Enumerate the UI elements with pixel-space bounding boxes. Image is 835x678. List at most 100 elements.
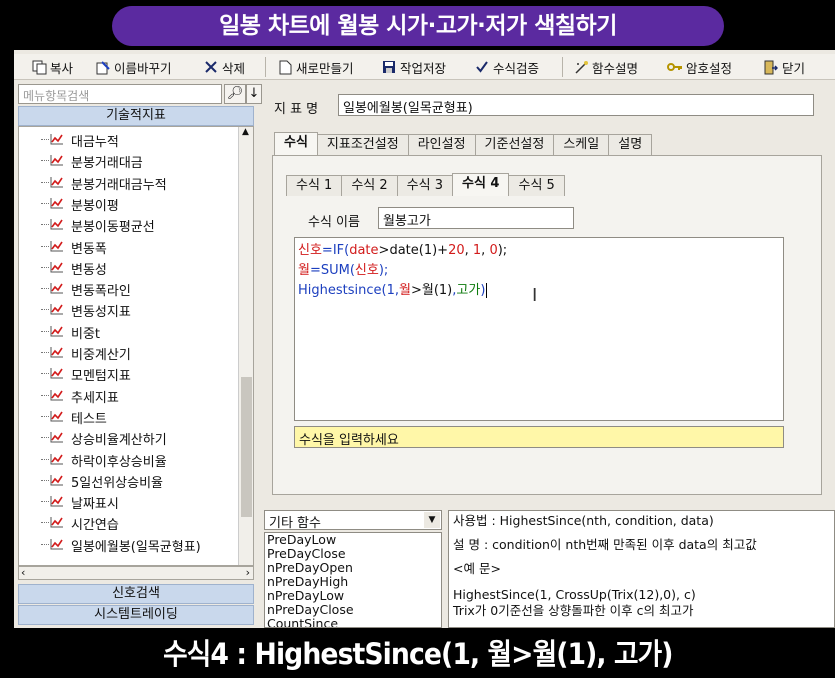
- tree-item[interactable]: 모멘텀지표: [19, 363, 239, 384]
- function-list-item[interactable]: nPreDayHigh: [265, 575, 441, 589]
- code-token: IF(: [332, 243, 350, 258]
- function-list-item[interactable]: nPreDayOpen: [265, 561, 441, 575]
- tree-item[interactable]: 변동폭라인: [19, 278, 239, 299]
- chart-line-icon: [50, 347, 63, 358]
- tree-item[interactable]: 분봉거래대금: [19, 150, 239, 171]
- tree-item[interactable]: 하락이후상승비율: [19, 449, 239, 470]
- function-help-button[interactable]: 함수설명: [570, 56, 641, 78]
- function-list-item[interactable]: PreDayLow: [265, 533, 441, 547]
- formula-code-editor[interactable]: 신호=IF(date>date(1)+20, 1, 0); 월=SUM(신호);…: [294, 237, 784, 421]
- tree-connector: [41, 458, 49, 460]
- section-system-trading[interactable]: 시스템트레이딩: [18, 605, 254, 625]
- indicator-name-field[interactable]: 일봉에월봉(일목균형표): [338, 94, 814, 116]
- formula-name-field[interactable]: 월봉고가: [378, 207, 574, 229]
- toolbar-separator: [265, 57, 266, 77]
- scroll-right-icon[interactable]: ›: [246, 566, 250, 579]
- tree-connector: [41, 437, 49, 439]
- tree-item-label: 변동폭라인: [71, 284, 131, 300]
- tab-baseline-settings[interactable]: 기준선설정: [474, 134, 555, 155]
- vertical-scrollbar[interactable]: ▲: [238, 127, 253, 565]
- tree-item-label: 변동성: [71, 262, 107, 278]
- bottom-caption: 수식4 : HighestSince(1, 월>월(1), 고가): [0, 628, 835, 678]
- menu-search-input[interactable]: 메뉴항목검색: [18, 84, 222, 104]
- verify-button[interactable]: 수식검증: [471, 56, 542, 78]
- top-banner: 일봉 차트에 월봉 시가·고가·저가 색칠하기: [0, 0, 835, 50]
- function-list-item[interactable]: CountSince: [265, 617, 441, 628]
- checkmark-icon: [474, 59, 490, 75]
- code-token: >: [410, 283, 422, 298]
- tree-item[interactable]: 분봉이동평균선: [19, 214, 239, 235]
- tab-formula-3[interactable]: 수식 3: [396, 175, 453, 196]
- chart-line-icon: [50, 325, 63, 337]
- code-token: date(1)+: [389, 243, 449, 258]
- function-list-item[interactable]: nPreDayClose: [265, 603, 441, 617]
- tab-scale[interactable]: 스케일: [553, 134, 610, 155]
- delete-button[interactable]: 삭제: [200, 56, 248, 78]
- save-button[interactable]: 작업저장: [378, 56, 449, 78]
- function-list[interactable]: PreDayLow PreDayClose nPreDayOpen nPreDayHi…: [264, 532, 442, 628]
- scroll-left-icon[interactable]: ‹: [21, 566, 25, 579]
- right-panel: 지 표 명 일봉에월봉(일목균형표) 수식 지표조건설정 라인설정 기준선설정 …: [264, 82, 835, 628]
- tree-item[interactable]: 테스트: [19, 406, 239, 427]
- search-icon[interactable]: 🔎︎: [224, 84, 246, 104]
- tab-description[interactable]: 설명: [608, 134, 653, 155]
- tab-formula-1[interactable]: 수식 1: [286, 175, 343, 196]
- tree-item[interactable]: 변동폭: [19, 236, 239, 257]
- function-list-item[interactable]: nPreDayLow: [265, 589, 441, 603]
- save-disk-icon: [381, 59, 397, 75]
- function-list-item[interactable]: PreDayClose: [265, 547, 441, 561]
- tab-formula-5[interactable]: 수식 5: [508, 175, 565, 196]
- tree-item[interactable]: 추세지표: [19, 385, 239, 406]
- tree-item-label: 비중계산기: [71, 348, 131, 363]
- tree-item-label: 분봉거래대금누적: [71, 177, 167, 193]
- code-line-3: Highestsince(1,월>월(1),고가)​: [298, 281, 780, 301]
- tree-item-label: 날짜표시: [71, 497, 119, 513]
- chart-line-icon: [50, 261, 63, 273]
- down-arrow-icon[interactable]: ↓: [246, 84, 262, 104]
- tree-item[interactable]: 대금누적: [19, 129, 239, 150]
- function-help-label: 함수설명: [592, 60, 639, 76]
- tab-formula[interactable]: 수식: [274, 132, 318, 155]
- scrollbar-thumb[interactable]: [241, 377, 252, 517]
- rename-button[interactable]: 이름바꾸기: [92, 56, 175, 78]
- tree-item[interactable]: 상승비율계산하기: [19, 427, 239, 448]
- new-document-icon: [277, 59, 293, 75]
- tree-item[interactable]: 분봉이평: [19, 193, 239, 214]
- tree-item[interactable]: 날짜표시: [19, 491, 239, 512]
- new-button[interactable]: 새로만들기: [274, 56, 357, 78]
- chart-line-icon: [50, 410, 63, 422]
- banner-title: 일봉 차트에 월봉 시가·고가·저가 색칠하기: [112, 6, 724, 46]
- tree-item[interactable]: 변동성지표: [19, 299, 239, 320]
- tree-item[interactable]: 변동성: [19, 257, 239, 278]
- tree-item[interactable]: 5일선위상승비율: [19, 470, 239, 491]
- tab-indicator-conditions[interactable]: 지표조건설정: [316, 134, 409, 155]
- tree-item[interactable]: 분봉거래대금누적: [19, 172, 239, 193]
- horizontal-scrollbar[interactable]: ‹ ›: [18, 566, 254, 580]
- close-button[interactable]: 닫기: [760, 56, 808, 78]
- code-token: );: [497, 243, 508, 258]
- chart-line-icon: [50, 219, 63, 230]
- copy-icon: [31, 59, 47, 75]
- function-category-select[interactable]: 기타 함수 ▼: [264, 510, 442, 531]
- chart-line-icon: [50, 432, 63, 443]
- section-signal-search[interactable]: 신호검색: [18, 584, 254, 604]
- key-icon: [667, 59, 683, 75]
- code-token: 20: [448, 243, 465, 258]
- help-example-code: HighestSince(1, CrossUp(Trix(12),0), c): [453, 587, 696, 602]
- help-example-label: <예 문>: [453, 561, 501, 576]
- tree-item-label: 모멘텀지표: [71, 369, 131, 385]
- tree-item[interactable]: 시간연습: [19, 512, 239, 533]
- tab-formula-2[interactable]: 수식 2: [341, 175, 398, 196]
- chevron-down-icon[interactable]: ▼: [424, 512, 440, 528]
- tree-connector: [41, 501, 49, 503]
- tab-formula-4[interactable]: 수식 4: [451, 173, 510, 196]
- scroll-up-icon[interactable]: ▲: [242, 127, 249, 137]
- section-technical-indicators[interactable]: 기술적지표: [18, 106, 254, 126]
- copy-button[interactable]: 복사: [28, 56, 76, 78]
- tree-item[interactable]: 비중t: [19, 321, 239, 342]
- tree-item[interactable]: 일봉에월봉(일목균형표): [19, 534, 239, 555]
- tree-item[interactable]: 비중계산기: [19, 342, 239, 363]
- code-token: 0: [489, 243, 498, 258]
- password-button[interactable]: 암호설정: [664, 56, 735, 78]
- tab-line-settings[interactable]: 라인설정: [407, 134, 476, 155]
